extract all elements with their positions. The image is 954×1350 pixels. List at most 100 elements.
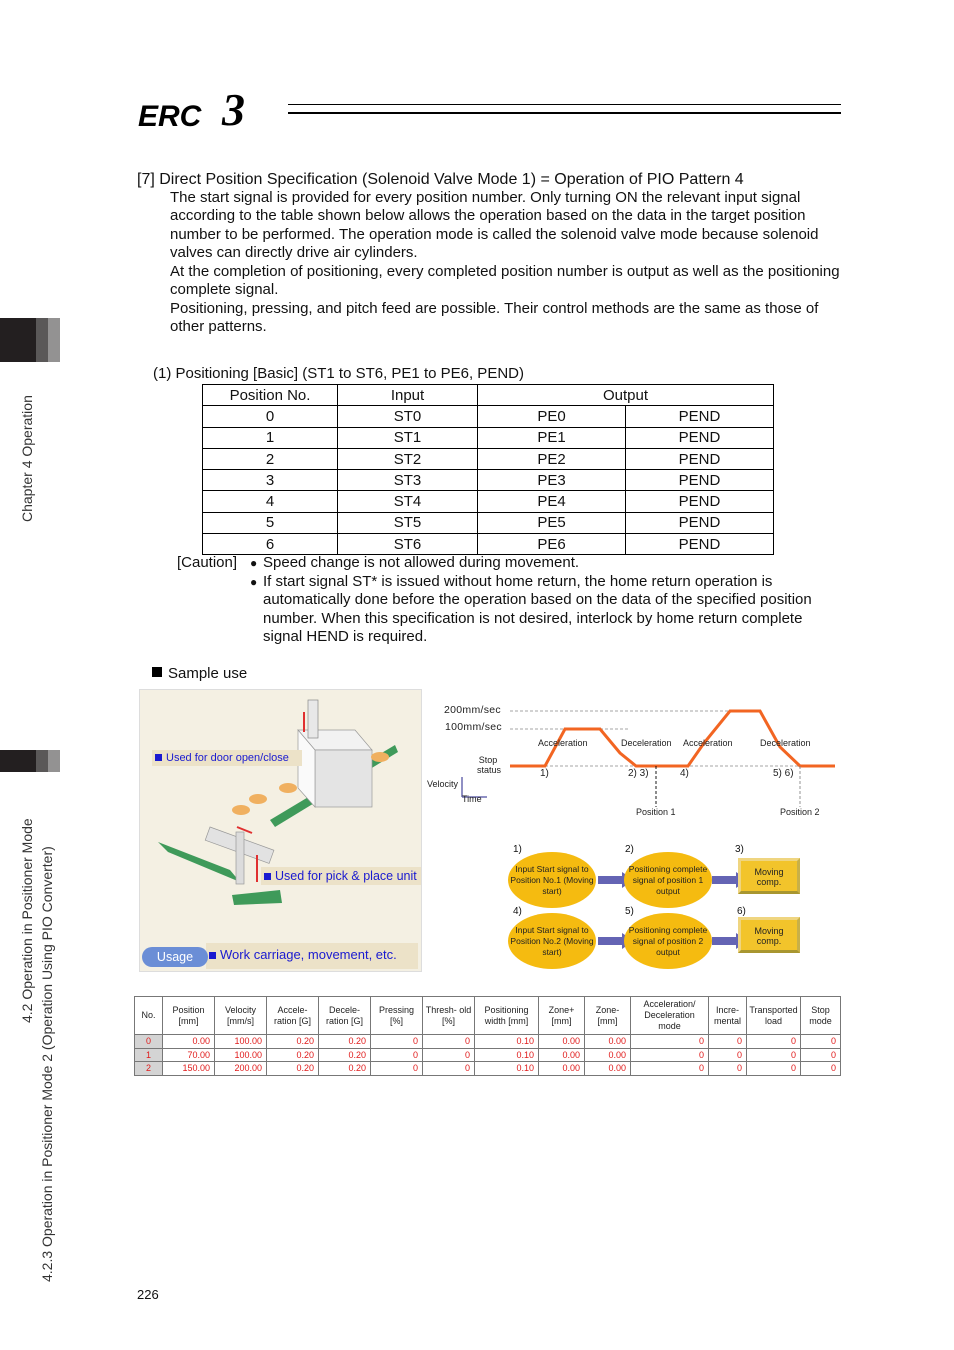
cell-output-pend: PEND: [625, 426, 774, 449]
data-cell[interactable]: 0: [422, 1034, 475, 1049]
data-cell[interactable]: 0: [746, 1034, 801, 1049]
cell-output-pe: PE3: [477, 469, 626, 492]
data-cell[interactable]: 0: [370, 1061, 423, 1076]
data-cell[interactable]: 0.20: [266, 1061, 319, 1076]
cell-input: ST2: [337, 447, 478, 471]
position2-label: Position 2: [780, 807, 820, 817]
data-cell[interactable]: 0.10: [474, 1061, 539, 1076]
data-cell[interactable]: 150.00: [162, 1061, 215, 1076]
blue-square-icon: [209, 952, 216, 959]
column-header: Incre- mental: [708, 996, 747, 1035]
data-cell[interactable]: 0.20: [266, 1034, 319, 1049]
data-cell[interactable]: 0.10: [474, 1047, 539, 1063]
data-cell[interactable]: 0: [422, 1061, 475, 1076]
data-cell[interactable]: 0.00: [538, 1061, 585, 1076]
label-work-text: Work carriage, movement, etc.: [220, 947, 397, 962]
axis-time-label: Time: [462, 794, 482, 804]
data-cell[interactable]: 0: [708, 1034, 747, 1049]
paragraph-patterns: Positioning, pressing, and pitch feed ar…: [170, 300, 819, 336]
data-cell[interactable]: 0.00: [538, 1034, 585, 1049]
data-cell[interactable]: 0.20: [318, 1061, 371, 1076]
cell-position: 6: [202, 533, 338, 556]
logo-text-erc: ERC: [138, 100, 203, 130]
data-cell[interactable]: 0.00: [584, 1061, 631, 1076]
workpiece: [371, 752, 389, 762]
step-number: 4): [513, 906, 522, 917]
data-cell[interactable]: 0.20: [318, 1034, 371, 1049]
gantry-side: [314, 749, 373, 808]
cell-position: 1: [202, 426, 338, 449]
step-marker: 5) 6): [773, 768, 794, 779]
workpiece: [279, 783, 297, 793]
data-cell[interactable]: 0: [422, 1047, 475, 1063]
step-marker: 4): [680, 768, 689, 779]
square-bullet-icon: [152, 667, 162, 677]
flow-step-start-1: Input Start signal to Position No.1 (Mov…: [508, 852, 596, 908]
usage-badge: Usage: [142, 947, 208, 967]
cell-output-pend: PEND: [625, 533, 774, 556]
flow-step-moving-comp-1: Moving comp.: [738, 858, 800, 894]
data-cell[interactable]: 0: [746, 1047, 801, 1063]
column-header: No.: [134, 996, 163, 1035]
flow-step-start-2: Input Start signal to Position No.2 (Mov…: [508, 913, 596, 969]
row-number-cell[interactable]: 2: [134, 1061, 163, 1076]
data-cell[interactable]: 0: [800, 1034, 841, 1049]
column-header: Stop mode: [800, 996, 841, 1035]
caution-label: [Caution]: [177, 554, 238, 571]
phase-label: Deceleration: [760, 738, 811, 748]
usage-illustration: Used for door open/close Used for pick &…: [139, 689, 422, 972]
flow-step-complete-2: Positioning complete signal of position …: [624, 913, 712, 969]
data-cell[interactable]: 0: [630, 1047, 709, 1063]
data-cell[interactable]: 0.20: [266, 1047, 319, 1063]
data-cell[interactable]: 100.00: [214, 1047, 267, 1063]
data-cell[interactable]: 70.00: [162, 1047, 215, 1063]
cell-position: 5: [202, 511, 338, 535]
label-door: Used for door open/close: [152, 750, 302, 766]
data-cell[interactable]: 0.00: [162, 1034, 215, 1049]
caution-text: Speed change is not allowed during movem…: [263, 554, 580, 571]
data-cell[interactable]: 0: [370, 1034, 423, 1049]
data-cell[interactable]: 0: [708, 1061, 747, 1076]
step-number: 3): [735, 844, 744, 855]
table-row: 5 ST5 PE5 PEND: [202, 511, 774, 535]
data-cell[interactable]: 0: [800, 1061, 841, 1076]
column-header: Decele- ration [G]: [318, 996, 371, 1035]
table-row: 0 0.00 100.00 0.20 0.20 0 0 0.10 0.00 0.00 0 0 0 0: [134, 1034, 841, 1049]
logo-graphic: ERC 3: [138, 84, 245, 135]
label-work-carriage: Work carriage, movement, etc.: [206, 943, 418, 969]
data-cell[interactable]: 0: [630, 1034, 709, 1049]
cell-position: 0: [202, 405, 338, 428]
data-cell[interactable]: 100.00: [214, 1034, 267, 1049]
column-header: Zone+ [mm]: [538, 996, 585, 1035]
cell-output-pend: PEND: [625, 405, 774, 428]
step-number: 6): [737, 906, 746, 917]
conveyor-lower-end: [232, 890, 282, 905]
section-title: [7] Direct Position Specification (Solen…: [137, 171, 744, 188]
data-cell[interactable]: 200.00: [214, 1061, 267, 1076]
data-cell[interactable]: 0: [370, 1047, 423, 1063]
pick-place-column: [235, 831, 245, 885]
data-cell[interactable]: 0: [746, 1061, 801, 1076]
data-cell[interactable]: 0.00: [584, 1047, 631, 1063]
cell-output-pend: PEND: [625, 490, 774, 513]
data-cell[interactable]: 0.20: [318, 1047, 371, 1063]
section-side-label-2: 4.2.3 Operation in Positioner Mode 2 (Op…: [39, 846, 55, 1282]
column-header: Position [mm]: [162, 996, 215, 1035]
data-cell[interactable]: 0: [800, 1047, 841, 1063]
data-cell[interactable]: 0: [708, 1047, 747, 1063]
row-number-cell[interactable]: 0: [134, 1034, 163, 1049]
header-rule-thin: [288, 104, 841, 105]
data-cell[interactable]: 0.00: [584, 1034, 631, 1049]
header-input: Input: [337, 383, 478, 407]
row-number-cell[interactable]: 1: [134, 1047, 163, 1063]
cell-output-pe: PE5: [477, 511, 626, 535]
step-number: 5): [625, 906, 634, 917]
step-number: 1): [513, 844, 522, 855]
blue-square-icon: [264, 873, 271, 880]
data-cell[interactable]: 0.00: [538, 1047, 585, 1063]
cell-output-pe: PE2: [477, 447, 626, 471]
cell-output-pend: PEND: [625, 447, 774, 471]
data-cell[interactable]: 0.10: [474, 1034, 539, 1049]
data-cell[interactable]: 0: [630, 1061, 709, 1076]
caution-text: If start signal ST* is issued without ho…: [263, 573, 812, 646]
